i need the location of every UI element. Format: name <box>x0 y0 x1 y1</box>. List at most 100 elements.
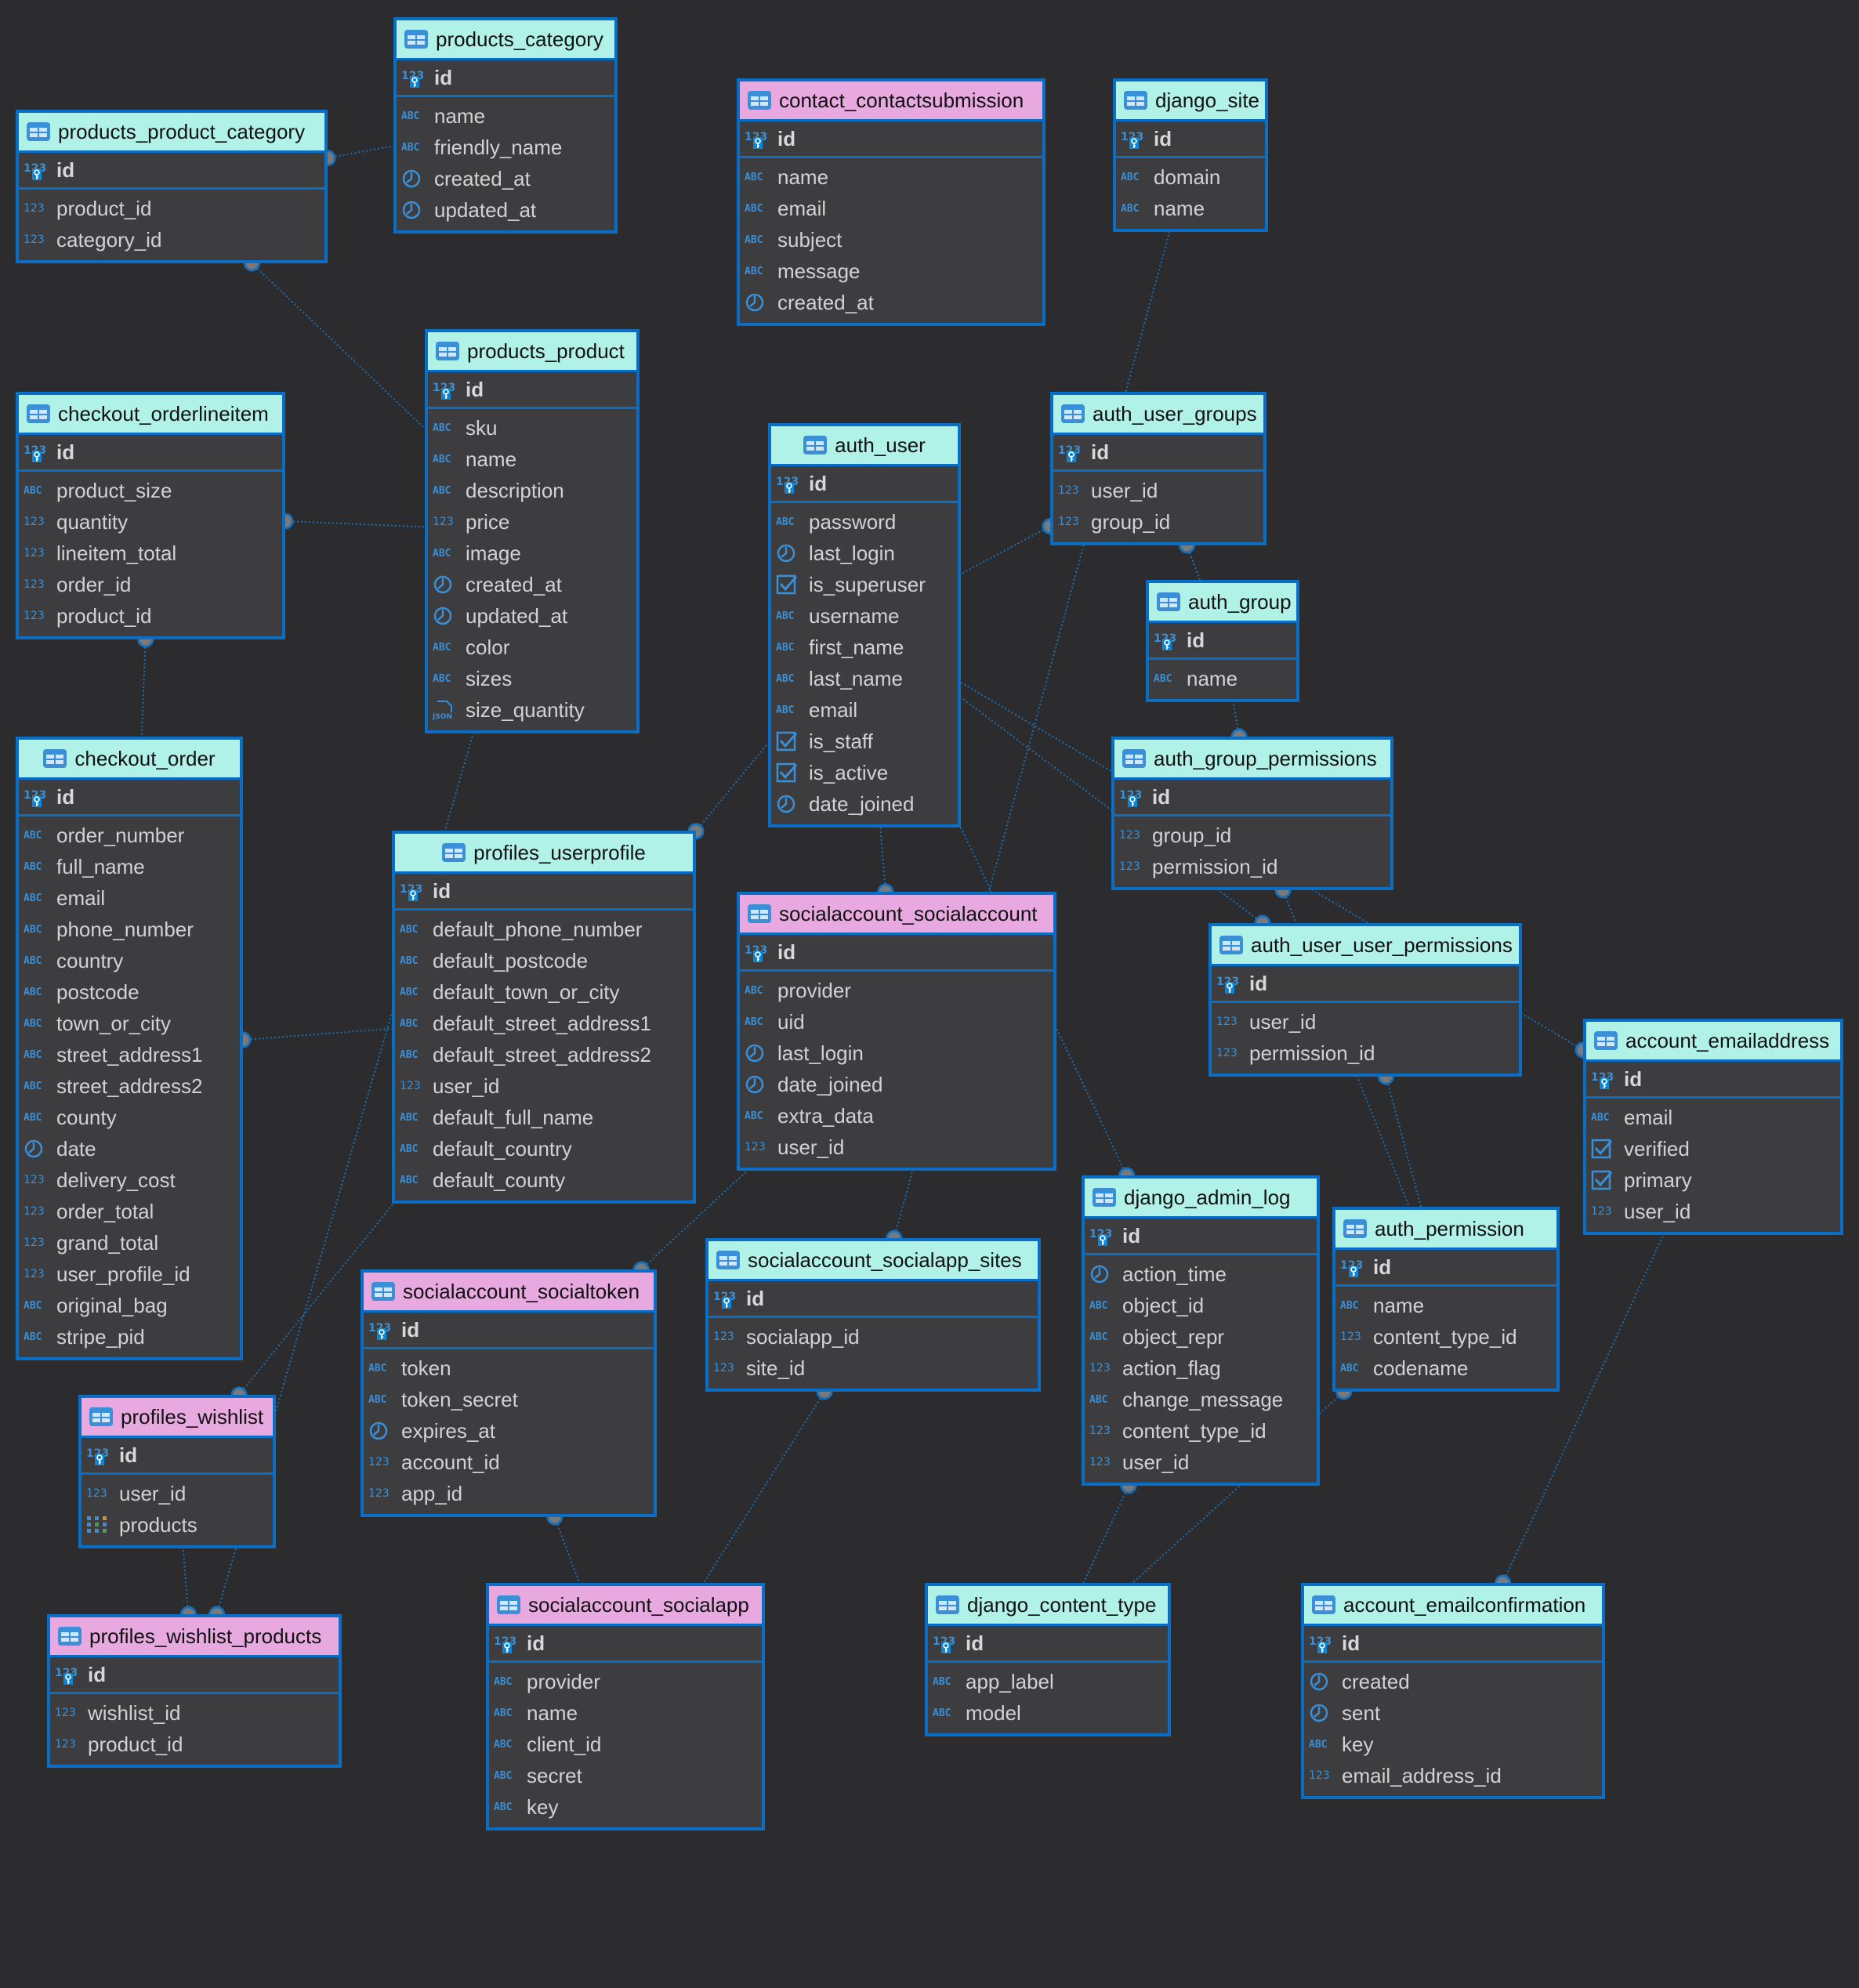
column-row[interactable]: ABC color <box>428 632 636 663</box>
entity-header[interactable]: contact_contactsubmission <box>740 81 1042 119</box>
column-row[interactable]: ABC app_label <box>928 1666 1168 1697</box>
column-row[interactable]: ABC token <box>364 1352 654 1384</box>
column-row[interactable]: JSON size_quantity <box>428 694 636 726</box>
column-row[interactable]: 123 product_id <box>19 193 324 224</box>
column-row[interactable]: ABC default_postcode <box>395 945 693 976</box>
column-row[interactable]: ABC stripe_pid <box>19 1321 240 1352</box>
column-row[interactable]: primary <box>1586 1164 1840 1196</box>
primary-key-column[interactable]: 123 id <box>19 780 240 814</box>
entity-socialaccount-socialtoken[interactable]: socialaccount_socialtoken123idABCtokenAB… <box>361 1269 657 1517</box>
entity-products-product[interactable]: products_product 123 id ABC sku ABC name ABC des… <box>425 329 640 733</box>
primary-key-column[interactable]: 123 id <box>708 1281 1038 1316</box>
column-row[interactable]: 123 user_id <box>395 1070 693 1102</box>
column-row[interactable]: ABC default_phone_number <box>395 914 693 945</box>
entity-header[interactable]: account_emailconfirmation <box>1304 1586 1602 1624</box>
primary-key-column[interactable]: 123 id <box>395 874 693 908</box>
entity-header[interactable]: account_emailaddress <box>1586 1022 1840 1059</box>
column-row[interactable]: ABC change_message <box>1085 1384 1317 1415</box>
column-row[interactable]: ABC default_town_or_city <box>395 976 693 1008</box>
column-row[interactable]: 123 user_id <box>82 1478 273 1509</box>
entity-header[interactable]: django_admin_log <box>1085 1179 1317 1216</box>
entity-django-site[interactable]: django_site 123 id ABC domain ABC name <box>1113 78 1268 232</box>
entity-header[interactable]: socialaccount_socialapp <box>489 1586 762 1624</box>
entity-header[interactable]: checkout_orderlineitem <box>19 395 282 433</box>
entity-profiles-userprofile[interactable]: profiles_userprofile 123 id ABC default_phon… <box>392 831 696 1204</box>
column-row[interactable]: ABC default_country <box>395 1133 693 1164</box>
entity-products-product-category[interactable]: products_product_category 123 id 123 product… <box>16 110 328 263</box>
entity-header[interactable]: profiles_wishlist <box>82 1398 273 1436</box>
entity-auth-permission[interactable]: auth_permission 123 id ABC name 123 content_ty… <box>1332 1207 1560 1392</box>
entity-auth-group-permissions[interactable]: auth_group_permissions123id123group_id12… <box>1111 737 1393 890</box>
column-row[interactable]: 123 socialapp_id <box>708 1321 1038 1352</box>
primary-key-column[interactable]: 123 id <box>1149 623 1296 657</box>
column-row[interactable]: last_login <box>740 1037 1053 1069</box>
column-row[interactable]: 123 delivery_cost <box>19 1164 240 1196</box>
entity-checkout-order[interactable]: checkout_order 123 id ABC order_number ABC ful… <box>16 737 243 1360</box>
column-row[interactable]: 123 content_type_id <box>1335 1321 1556 1352</box>
entity-auth-user-user-permissions[interactable]: auth_user_user_permissions 123 id 123 user_i… <box>1209 923 1522 1077</box>
column-row[interactable]: ABC phone_number <box>19 914 240 945</box>
entity-django-content-type[interactable]: django_content_type 123 id ABC app_label ABC m… <box>925 1583 1171 1736</box>
column-row[interactable]: ABC domain <box>1116 161 1265 193</box>
column-row[interactable]: 123 grand_total <box>19 1227 240 1258</box>
column-row[interactable]: ABC image <box>428 538 636 569</box>
column-row[interactable]: created_at <box>428 569 636 600</box>
column-row[interactable]: ABC default_street_address1 <box>395 1008 693 1039</box>
column-row[interactable]: ABC name <box>1116 193 1265 224</box>
column-row[interactable]: ABC password <box>771 506 958 538</box>
entity-products-category[interactable]: products_category 123 id ABC name ABC friendly… <box>393 17 618 234</box>
column-row[interactable]: date_joined <box>771 788 958 820</box>
entity-header[interactable]: products_product_category <box>19 113 324 150</box>
relationship-profiles-wishlist-products-to-profiles-wishlist[interactable] <box>182 1548 190 1615</box>
column-row[interactable]: 123 user_id <box>1053 475 1263 506</box>
column-row[interactable]: 123 permission_id <box>1212 1037 1519 1069</box>
column-row[interactable]: ABC secret <box>489 1760 762 1791</box>
column-row[interactable]: created <box>1304 1666 1602 1697</box>
column-row[interactable]: ABC model <box>928 1697 1168 1729</box>
entity-header[interactable]: auth_permission <box>1335 1210 1556 1247</box>
column-row[interactable]: last_login <box>771 538 958 569</box>
primary-key-column[interactable]: 123 id <box>928 1626 1168 1660</box>
column-row[interactable]: 123 product_id <box>19 600 282 632</box>
primary-key-column[interactable]: 123 id <box>428 372 636 407</box>
column-row[interactable]: ABC sku <box>428 412 636 444</box>
primary-key-column[interactable]: 123 id <box>771 466 958 501</box>
column-row[interactable]: 123 permission_id <box>1114 851 1390 882</box>
relationship-auth-user-groups-to-auth-user[interactable] <box>960 525 1051 575</box>
column-row[interactable]: date <box>19 1133 240 1164</box>
column-row[interactable]: ABC first_name <box>771 632 958 663</box>
column-row[interactable]: 123 lineitem_total <box>19 538 282 569</box>
column-row[interactable]: ABC default_county <box>395 1164 693 1196</box>
entity-socialaccount-socialaccount[interactable]: socialaccount_socialaccount 123 id ABC provi… <box>737 892 1056 1171</box>
entity-profiles-wishlist-products[interactable]: profiles_wishlist_products 123 id 123 wishli… <box>47 1614 342 1768</box>
entity-header[interactable]: django_content_type <box>928 1586 1168 1624</box>
primary-key-column[interactable]: 123 id <box>82 1438 273 1472</box>
entity-header[interactable]: auth_user_user_permissions <box>1212 926 1519 964</box>
column-row[interactable]: ABC default_full_name <box>395 1102 693 1133</box>
entity-auth-group[interactable]: auth_group 123 id ABC name <box>1146 580 1299 702</box>
column-row[interactable]: ABC token_secret <box>364 1384 654 1415</box>
column-row[interactable]: ABC name <box>428 444 636 475</box>
entity-header[interactable]: socialaccount_socialapp_sites <box>708 1241 1038 1279</box>
relationship-checkout-order-to-profiles-userprofile[interactable] <box>242 1027 393 1041</box>
relationship-socialaccount-socialtoken-to-socialaccount-socialapp[interactable] <box>553 1516 581 1584</box>
column-row[interactable]: ABC object_repr <box>1085 1321 1317 1352</box>
column-row[interactable]: ABC username <box>771 600 958 632</box>
column-row[interactable]: date_joined <box>740 1069 1053 1100</box>
column-row[interactable]: 123 account_id <box>364 1447 654 1478</box>
column-row[interactable]: ABC client_id <box>489 1729 762 1760</box>
column-row[interactable]: ABC key <box>489 1791 762 1823</box>
column-row[interactable]: 123 user_profile_id <box>19 1258 240 1290</box>
column-row[interactable]: ABC provider <box>740 975 1053 1006</box>
primary-key-column[interactable]: 123 id <box>1053 435 1263 469</box>
column-row[interactable]: ABC email <box>1586 1102 1840 1133</box>
relationship-products-product-category-to-products-category[interactable] <box>327 145 394 159</box>
column-row[interactable]: ABC name <box>1335 1290 1556 1321</box>
entity-header[interactable]: profiles_wishlist_products <box>50 1617 339 1655</box>
column-row[interactable]: ABC street_address1 <box>19 1039 240 1070</box>
relationship-profiles-userprofile-to-auth-user[interactable] <box>695 742 769 832</box>
relationship-socialaccount-socialapp-sites-to-socialaccount-socialapp[interactable] <box>703 1391 825 1584</box>
column-row[interactable]: 123 user_id <box>1586 1196 1840 1227</box>
column-row[interactable]: 123 app_id <box>364 1478 654 1509</box>
entity-account-emailconfirmation[interactable]: account_emailconfirmation 123 id created sen… <box>1301 1583 1605 1799</box>
